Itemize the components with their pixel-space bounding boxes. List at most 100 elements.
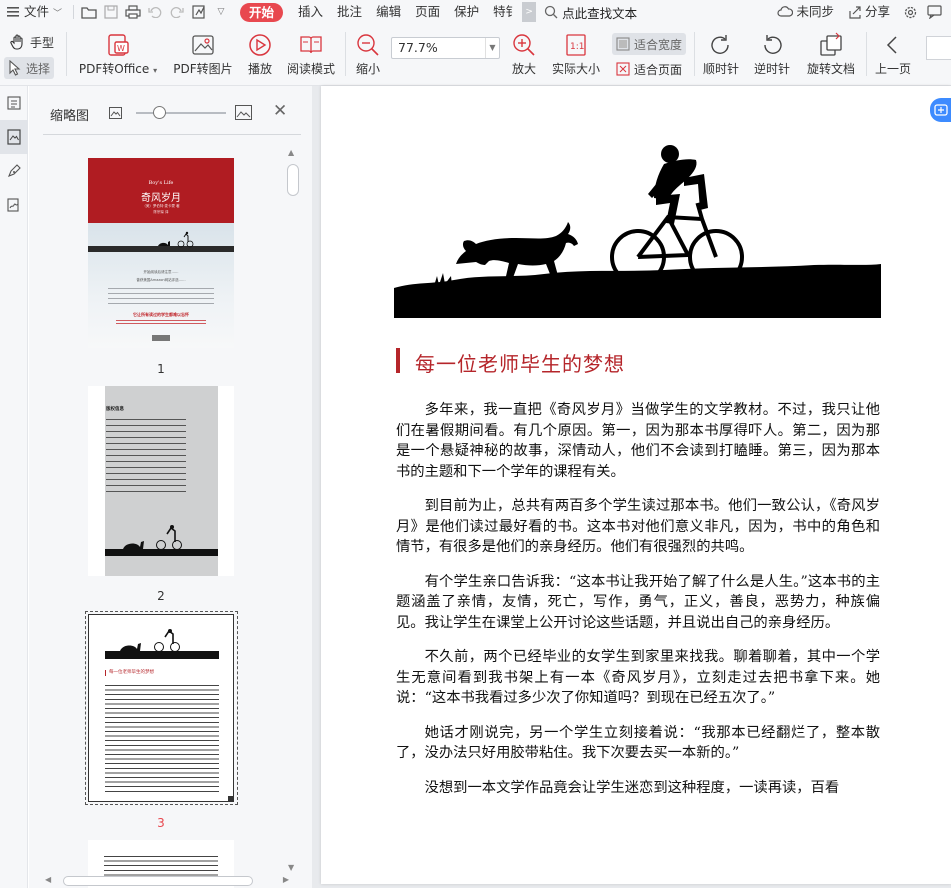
cover-translator: 陈宗琛 译 bbox=[153, 210, 169, 214]
hand-tool-button[interactable]: 手型 bbox=[6, 31, 58, 53]
redo-icon[interactable] bbox=[166, 1, 188, 23]
thumbnail-panel-header: 缩略图 ✕ bbox=[29, 86, 312, 138]
cursor-arrow-icon bbox=[9, 60, 21, 76]
menu-special[interactable]: 特钅 bbox=[486, 1, 520, 23]
cover-series: Boy's Life bbox=[148, 180, 174, 186]
page2-heading: 版权信息 bbox=[106, 407, 124, 412]
menu-annotate[interactable]: 批注 bbox=[330, 1, 369, 23]
settings-gear-icon[interactable] bbox=[899, 1, 921, 23]
menu-protect[interactable]: 保护 bbox=[447, 1, 486, 23]
menu-page[interactable]: 页面 bbox=[408, 1, 447, 23]
divider bbox=[866, 32, 867, 76]
thumbnail-vertical-scrollbar[interactable]: ▲ ▼ bbox=[286, 146, 300, 874]
pdf-to-image-button[interactable]: PDF转图片 bbox=[172, 30, 234, 77]
menu-start[interactable]: 开始 bbox=[240, 2, 284, 22]
page3-heading: 每一位老师毕生的梦想 bbox=[109, 670, 154, 675]
pdf-reader-window: 文件 ﹀ ▽ 开始 插入 批注 编辑 页面 保护 特钅 > 点此查找文本 未同步… bbox=[0, 0, 951, 888]
page-thumbnail-3[interactable]: 每一位老师毕生的梦想 bbox=[88, 614, 234, 802]
divider bbox=[66, 32, 67, 76]
small-thumbnail-icon[interactable] bbox=[109, 107, 122, 119]
menu-file[interactable]: 文件 ﹀ bbox=[24, 1, 69, 23]
sign-icon[interactable] bbox=[188, 1, 210, 23]
undo-icon[interactable] bbox=[144, 1, 166, 23]
scrollbar-thumb[interactable] bbox=[63, 876, 253, 886]
open-folder-icon[interactable] bbox=[78, 1, 100, 23]
actual-size-button[interactable]: 1:1 实际大小 bbox=[549, 30, 603, 77]
scroll-up-icon[interactable]: ▲ bbox=[288, 148, 294, 157]
hand-icon bbox=[10, 34, 23, 50]
thumbnails-tab[interactable] bbox=[0, 120, 28, 154]
select-tool-button[interactable]: 选择 bbox=[4, 57, 55, 79]
cover-blurb-2: 曾获美国Amazon网站评选…… bbox=[136, 278, 186, 282]
paragraph-5: 她话才刚说完，另一个学生立刻接着说：“我那本已经翻烂了，整本散了，没办法只好用胶… bbox=[396, 724, 880, 762]
zoom-in-icon bbox=[513, 34, 535, 56]
scroll-left-icon[interactable]: ◀ bbox=[45, 875, 51, 884]
cover-promo: 它让所有读过的学生都难以忘怀 bbox=[133, 312, 189, 317]
page-thumbnail-2[interactable]: 版权信息 bbox=[88, 386, 234, 576]
sync-status[interactable]: 未同步 bbox=[770, 1, 841, 23]
menu-scroll-right-icon[interactable]: > bbox=[522, 2, 537, 22]
toolbar-overflow-box[interactable] bbox=[926, 36, 951, 60]
page-number-3: 3 bbox=[157, 816, 165, 830]
menu-insert[interactable]: 插入 bbox=[291, 1, 330, 23]
floating-assistant-button[interactable] bbox=[930, 98, 951, 122]
fit-width-button[interactable]: 适合宽度 bbox=[612, 33, 687, 55]
read-mode-label: 阅读模式 bbox=[286, 62, 335, 76]
pdf-page-3: 每一位老师毕生的梦想 多年来，我一直把《奇风岁月》当做学生的文学教材。不过，我只… bbox=[321, 86, 951, 884]
thumbnail-size-slider-knob[interactable] bbox=[153, 106, 166, 119]
close-icon[interactable]: ✕ bbox=[273, 101, 287, 121]
page-thumbnail-1[interactable]: Boy's Life 奇风岁月 （美）罗伯特·麦卡蒙 著 陈宗琛 译 开始阅读后… bbox=[88, 158, 234, 348]
document-viewport[interactable]: 每一位老师毕生的梦想 多年来，我一直把《奇风岁月》当做学生的文学教材。不过，我只… bbox=[312, 86, 951, 888]
fit-page-button[interactable]: 适合页面 bbox=[612, 58, 686, 80]
read-mode-button[interactable]: 阅读模式 bbox=[285, 30, 337, 77]
fit-page-label: 适合页面 bbox=[634, 62, 683, 77]
zoom-out-button[interactable]: 缩小 bbox=[352, 30, 384, 77]
save-icon[interactable] bbox=[100, 1, 122, 23]
previous-page-button[interactable]: 上一页 bbox=[873, 30, 913, 77]
rotate-document-label: 旋转文档 bbox=[806, 62, 855, 76]
print-icon[interactable] bbox=[122, 1, 144, 23]
paragraph-2: 到目前为止，总共有两百多个学生读过那本书。他们一致公认，《奇风岁月》是他们读过最… bbox=[396, 498, 880, 555]
rotate-clockwise-icon bbox=[711, 35, 729, 54]
play-button[interactable]: 播放 bbox=[244, 30, 276, 77]
chevron-down-icon: ﹀ bbox=[53, 9, 63, 19]
page3-text-lines bbox=[105, 683, 219, 795]
menu-hamburger-icon[interactable] bbox=[2, 1, 24, 23]
page2-silhouette-image bbox=[105, 525, 218, 556]
rotate-clockwise-button[interactable]: 顺时针 bbox=[701, 30, 741, 77]
fit-page-icon bbox=[616, 62, 630, 76]
feedback-icon[interactable] bbox=[923, 1, 945, 23]
share-button[interactable]: 分享 bbox=[841, 1, 897, 23]
divider bbox=[73, 5, 75, 19]
scrollbar-thumb[interactable] bbox=[287, 164, 299, 196]
zoom-in-button[interactable]: 放大 bbox=[508, 30, 540, 77]
bookmarks-tab[interactable] bbox=[0, 86, 28, 120]
paragraph-4: 不久前，两个已经毕业的女学生到家里来找我。聊着聊着，其中一个学生无意间看到我书架… bbox=[396, 649, 880, 706]
side-nav-strip bbox=[0, 86, 28, 888]
annotations-tab[interactable] bbox=[0, 154, 28, 188]
chapter-heading: 每一位老师毕生的梦想 bbox=[415, 352, 625, 376]
scroll-right-icon[interactable]: ▶ bbox=[283, 875, 289, 884]
page3-corner-mark bbox=[228, 796, 233, 801]
rotate-document-button[interactable]: 旋转文档 bbox=[803, 30, 859, 77]
thumbnail-panel-title: 缩略图 bbox=[50, 109, 90, 124]
search-box[interactable]: 点此查找文本 bbox=[536, 3, 645, 22]
chevron-down-icon[interactable]: ▼ bbox=[485, 38, 499, 58]
thumbnail-size-slider[interactable] bbox=[136, 112, 226, 114]
scroll-down-icon[interactable]: ▼ bbox=[288, 863, 294, 872]
select-tool-label: 选择 bbox=[26, 61, 51, 76]
thumbnail-horizontal-scrollbar[interactable]: ◀ ▶ bbox=[41, 874, 293, 888]
fit-width-icon bbox=[616, 37, 630, 51]
quick-access-dropdown-icon[interactable]: ▽ bbox=[210, 1, 232, 23]
pdf-to-image-label: PDF转图片 bbox=[173, 62, 233, 76]
large-thumbnail-icon[interactable] bbox=[235, 105, 252, 120]
rotate-counter-clockwise-icon bbox=[764, 35, 782, 54]
pdf-to-office-button[interactable]: W PDF转Office ▾ bbox=[79, 30, 157, 77]
document-body: 多年来，我一直把《奇风岁月》当做学生的文学教材。不过，我只让他们在暑假期间看。有… bbox=[396, 400, 880, 812]
zoom-level-select[interactable]: 77.7% ▼ bbox=[391, 37, 500, 59]
menu-edit[interactable]: 编辑 bbox=[369, 1, 408, 23]
boy-and-dog-silhouette-image bbox=[394, 145, 881, 318]
search-icon bbox=[544, 5, 558, 19]
signatures-tab[interactable] bbox=[0, 188, 28, 222]
rotate-counter-clockwise-button[interactable]: 逆时针 bbox=[751, 30, 793, 77]
